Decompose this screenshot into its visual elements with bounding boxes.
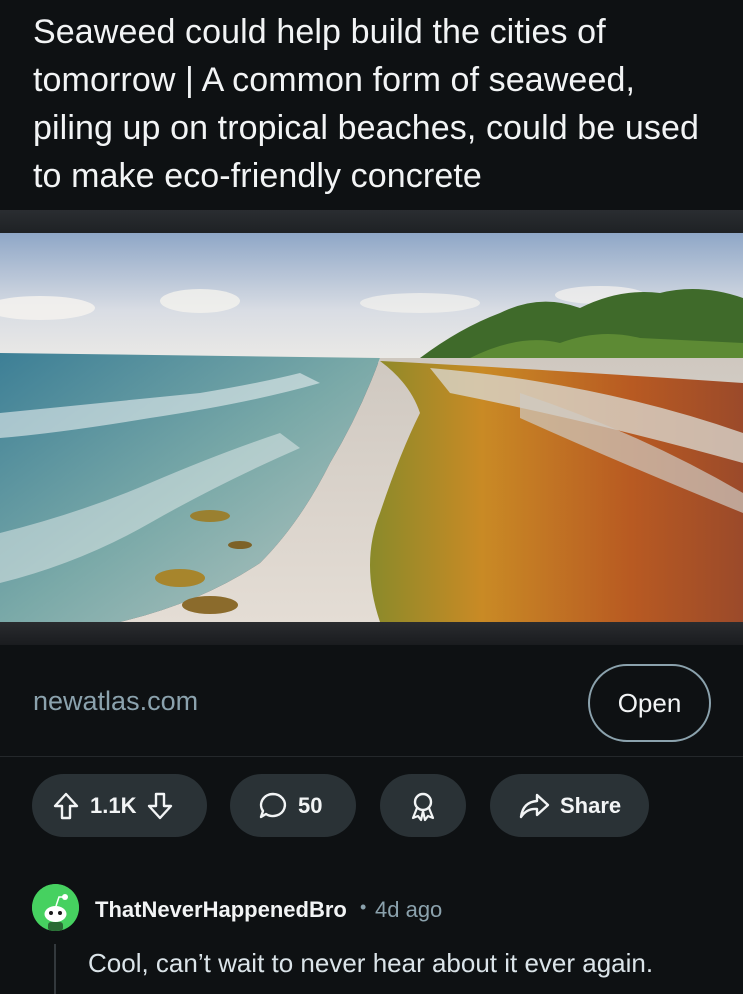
share-button[interactable]: Share xyxy=(490,774,649,837)
downvote-icon[interactable] xyxy=(146,791,174,821)
open-link-button[interactable]: Open xyxy=(588,664,711,742)
media-bottom-bar xyxy=(0,622,743,645)
comment-username[interactable]: ThatNeverHappenedBro xyxy=(95,897,347,923)
comment-body: Cool, can’t wait to never hear about it … xyxy=(88,948,654,978)
comment-separator: • xyxy=(360,897,367,917)
share-icon xyxy=(518,792,550,820)
award-button[interactable] xyxy=(380,774,466,837)
comment-count: 50 xyxy=(298,792,323,818)
link-domain[interactable]: newatlas.com xyxy=(33,686,198,717)
comment-timestamp: 4d ago xyxy=(375,897,443,922)
avatar[interactable] xyxy=(32,884,79,931)
thread-line[interactable] xyxy=(54,944,56,994)
post-title[interactable]: Seaweed could help build the cities of t… xyxy=(33,8,710,200)
comment-icon xyxy=(258,791,288,821)
post-header: Seaweed could help build the cities of t… xyxy=(0,0,743,210)
upvote-icon[interactable] xyxy=(52,791,80,821)
share-label: Share xyxy=(560,792,622,818)
vote-bar: 1.1K xyxy=(32,774,207,837)
vote-count: 1.1K xyxy=(90,792,137,818)
award-icon xyxy=(408,790,438,822)
comments-button[interactable]: 50 xyxy=(230,774,356,837)
post-image[interactable] xyxy=(0,233,743,622)
